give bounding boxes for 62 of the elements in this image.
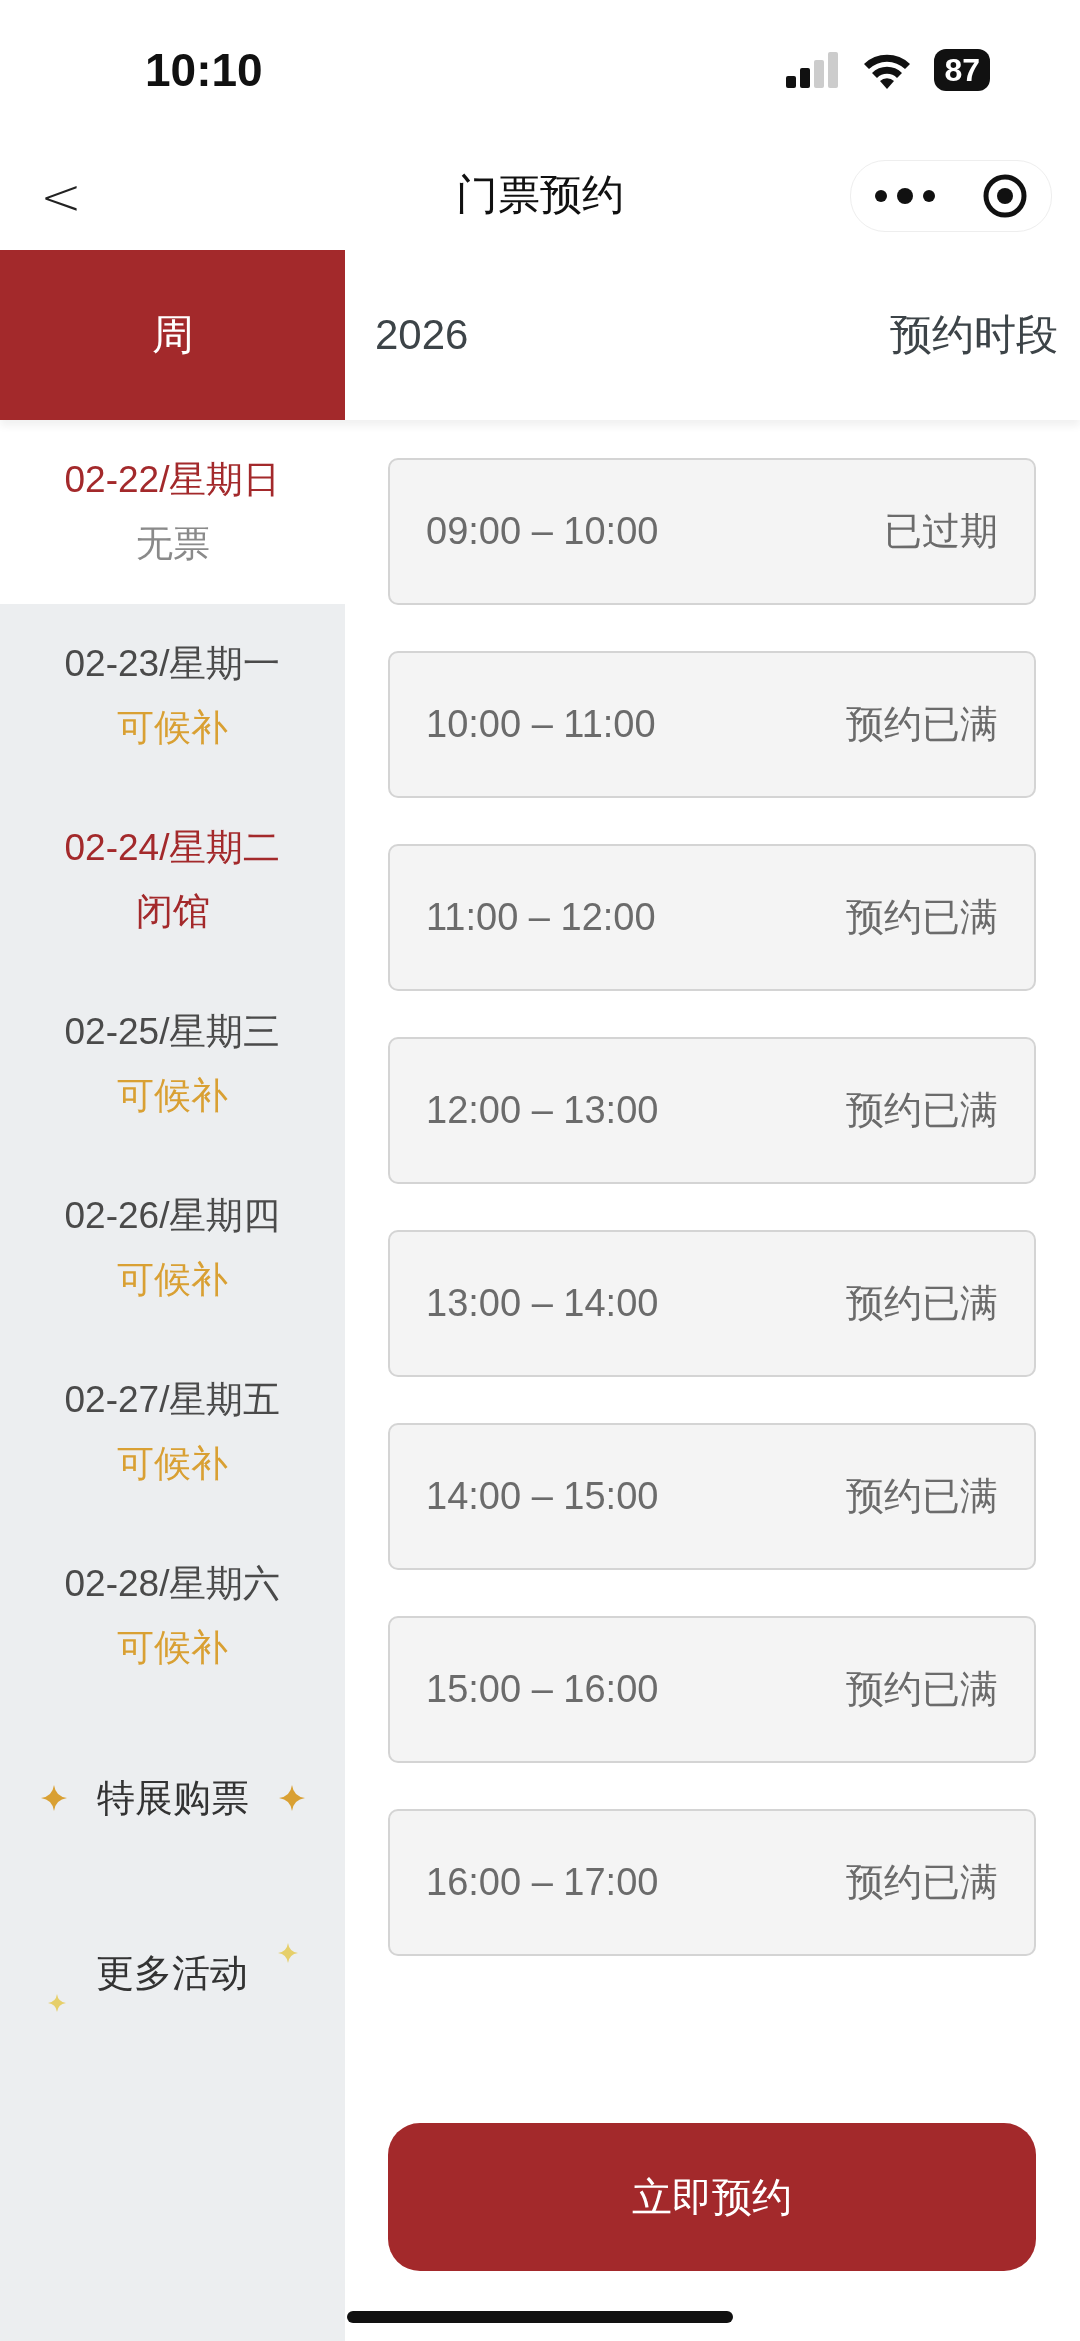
date-label: 02-22/星期日 bbox=[64, 458, 281, 502]
sparkle-icon bbox=[278, 1785, 305, 1811]
time-slot-card[interactable]: 15:00 – 16:00 预约已满 bbox=[388, 1616, 1036, 1763]
slot-time: 16:00 – 17:00 bbox=[426, 1861, 659, 1904]
signal-icon bbox=[786, 52, 841, 88]
date-label: 02-25/星期三 bbox=[64, 1010, 281, 1054]
slot-time: 10:00 – 11:00 bbox=[426, 703, 656, 746]
date-label: 02-23/星期一 bbox=[64, 642, 281, 686]
slot-status: 预约已满 bbox=[846, 1281, 998, 1326]
reserve-button[interactable]: 立即预约 bbox=[388, 2123, 1036, 2271]
sparkle-icon bbox=[277, 1943, 298, 1963]
slot-status: 预约已满 bbox=[846, 1088, 998, 1133]
week-label: 周 bbox=[0, 250, 345, 420]
slot-status: 预约已满 bbox=[846, 702, 998, 747]
battery-level: 87 bbox=[934, 49, 990, 91]
time-slot-card[interactable]: 14:00 – 15:00 预约已满 bbox=[388, 1423, 1036, 1570]
year-label: 2026 bbox=[375, 311, 469, 359]
availability-label: 可候补 bbox=[117, 1442, 228, 1486]
sparkle-icon bbox=[47, 1994, 66, 2012]
availability-label: 可候补 bbox=[117, 1626, 228, 1670]
back-button[interactable]: < bbox=[30, 168, 92, 226]
slot-time: 14:00 – 15:00 bbox=[426, 1475, 659, 1518]
status-time: 10:10 bbox=[145, 43, 263, 97]
more-activities-link[interactable]: 更多活动 bbox=[95, 1947, 248, 1999]
time-slot-card[interactable]: 13:00 – 14:00 预约已满 bbox=[388, 1230, 1036, 1377]
date-item[interactable]: 02-27/星期五 可候补 bbox=[0, 1340, 345, 1524]
time-slot-card[interactable]: 10:00 – 11:00 预约已满 bbox=[388, 651, 1036, 798]
slot-time: 13:00 – 14:00 bbox=[426, 1282, 659, 1325]
date-label: 02-28/星期六 bbox=[64, 1562, 281, 1606]
section-title: 预约时段 bbox=[890, 310, 1058, 360]
availability-label: 闭馆 bbox=[135, 890, 210, 934]
special-tickets-link[interactable]: 特展购票 bbox=[96, 1772, 249, 1824]
slot-time: 12:00 – 13:00 bbox=[426, 1089, 659, 1132]
time-slot-card[interactable]: 11:00 – 12:00 预约已满 bbox=[388, 844, 1036, 991]
slot-status: 预约已满 bbox=[846, 1667, 998, 1712]
time-slot-card[interactable]: 09:00 – 10:00 已过期 bbox=[388, 458, 1036, 605]
availability-label: 可候补 bbox=[117, 1074, 228, 1118]
date-item[interactable]: 02-23/星期一 可候补 bbox=[0, 604, 345, 788]
date-item[interactable]: 02-24/星期二 闭馆 bbox=[0, 788, 345, 972]
slot-time: 11:00 – 12:00 bbox=[426, 896, 656, 939]
availability-label: 可候补 bbox=[117, 1258, 228, 1302]
slot-time: 09:00 – 10:00 bbox=[426, 510, 659, 553]
time-slot-card[interactable]: 16:00 – 17:00 预约已满 bbox=[388, 1809, 1036, 1956]
page-title: 门票预约 bbox=[456, 170, 624, 220]
availability-label: 无票 bbox=[135, 522, 210, 566]
slot-status: 预约已满 bbox=[846, 895, 998, 940]
slot-status: 已过期 bbox=[884, 509, 998, 554]
sparkle-icon bbox=[40, 1785, 67, 1811]
time-slot-card[interactable]: 12:00 – 13:00 预约已满 bbox=[388, 1037, 1036, 1184]
availability-label: 可候补 bbox=[117, 706, 228, 750]
more-icon[interactable] bbox=[874, 188, 936, 204]
date-item[interactable]: 02-25/星期三 可候补 bbox=[0, 972, 345, 1156]
date-label: 02-26/星期四 bbox=[64, 1194, 281, 1238]
date-item[interactable]: 02-26/星期四 可候补 bbox=[0, 1156, 345, 1340]
slot-status: 预约已满 bbox=[846, 1474, 998, 1519]
date-label: 02-27/星期五 bbox=[64, 1378, 281, 1422]
target-icon[interactable] bbox=[982, 173, 1028, 219]
date-item[interactable]: 02-22/星期日 无票 bbox=[0, 420, 345, 604]
date-item[interactable]: 02-28/星期六 可候补 bbox=[0, 1524, 345, 1708]
date-label: 02-24/星期二 bbox=[64, 826, 281, 870]
slot-time: 15:00 – 16:00 bbox=[426, 1668, 659, 1711]
slot-status: 预约已满 bbox=[846, 1860, 998, 1905]
